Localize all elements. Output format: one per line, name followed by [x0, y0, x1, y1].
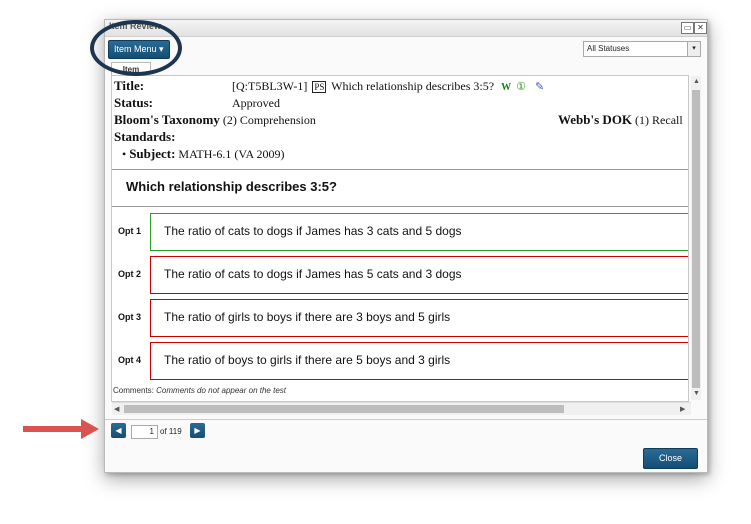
status-value: Approved — [232, 96, 280, 110]
arrow-annotation-icon — [23, 419, 99, 439]
bloom-row: Bloom's Taxonomy (2) Comprehension — [114, 112, 316, 128]
status-row: Status: — [114, 95, 153, 111]
chevron-down-icon[interactable]: ▾ — [687, 42, 700, 56]
standards-label: Standards: — [114, 129, 176, 144]
option-label: Opt 2 — [118, 269, 142, 279]
ps-badge: PS — [312, 81, 327, 93]
pagination-bar: ◀ 1 of 119 ▶ — [105, 419, 707, 442]
status-label: Status: — [114, 95, 154, 110]
option-box[interactable]: The ratio of boys to girls if there are … — [150, 342, 688, 380]
option-box-correct[interactable]: The ratio of cats to dogs if James has 3… — [150, 213, 688, 251]
subject-label: Subject: — [129, 146, 176, 161]
scroll-right-icon[interactable]: ▶ — [680, 405, 685, 413]
highlight-oval-annotation — [90, 20, 182, 76]
option-label: Opt 1 — [118, 226, 142, 236]
page-count: of 119 — [160, 427, 182, 436]
item-content-panel: Title: [Q:T5BL3W-1] PS Which relationshi… — [111, 75, 689, 402]
status-filter-select[interactable]: All Statuses ▾ — [583, 41, 701, 57]
one-circle-icon[interactable]: ① — [516, 81, 526, 93]
prev-page-button[interactable]: ◀ — [111, 423, 126, 438]
scroll-up-icon[interactable]: ▲ — [693, 78, 700, 85]
vertical-scroll-thumb[interactable] — [692, 90, 700, 388]
option-row[interactable]: Opt 2 The ratio of cats to dogs if James… — [112, 256, 688, 294]
option-row[interactable]: Opt 3 The ratio of girls to boys if ther… — [112, 299, 688, 337]
title-bar: Item Review ▭ ✕ — [105, 20, 707, 37]
scroll-left-icon[interactable]: ◀ — [114, 405, 119, 413]
comments-note: Comments do not appear on the test — [156, 386, 286, 395]
close-button[interactable]: Close — [643, 448, 698, 469]
option-label: Opt 4 — [118, 355, 142, 365]
webb-value: (1) Recall — [635, 113, 683, 127]
maximize-icon[interactable]: ▭ — [681, 22, 694, 34]
comments-line: Comments: Comments do not appear on the … — [113, 386, 286, 395]
title-value-row: [Q:T5BL3W-1] PS Which relationship descr… — [232, 79, 544, 94]
subject-value: MATH-6.1 (VA 2009) — [178, 147, 285, 161]
option-text: The ratio of cats to dogs if James has 5… — [164, 267, 462, 281]
word-icon[interactable]: W — [501, 82, 511, 93]
item-review-window: Item Review ▭ ✕ Item Menu ▾ All Statuses… — [104, 19, 708, 473]
webb-row: Webb's DOK (1) Recall — [558, 112, 683, 128]
option-text: The ratio of cats to dogs if James has 3… — [164, 224, 462, 238]
option-box[interactable]: The ratio of cats to dogs if James has 5… — [150, 256, 688, 294]
question-stem: Which relationship describes 3:5? — [126, 179, 337, 194]
item-title-text: Which relationship describes 3:5? — [331, 79, 495, 93]
comments-label: Comments: — [113, 386, 154, 395]
horizontal-scroll-thumb[interactable] — [124, 405, 564, 413]
status-filter-value: All Statuses — [587, 44, 630, 53]
subject-bullet: • — [122, 147, 127, 161]
option-row[interactable]: Opt 4 The ratio of boys to girls if ther… — [112, 342, 688, 380]
title-label: Title: — [114, 78, 145, 93]
option-text: The ratio of boys to girls if there are … — [164, 353, 451, 367]
option-box[interactable]: The ratio of girls to boys if there are … — [150, 299, 688, 337]
bloom-label: Bloom's Taxonomy — [114, 112, 220, 127]
subject-row: • Subject: MATH-6.1 (VA 2009) — [122, 146, 285, 162]
option-label: Opt 3 — [118, 312, 142, 322]
vertical-scrollbar[interactable]: ▲ ▼ — [691, 76, 701, 400]
next-page-button[interactable]: ▶ — [190, 423, 205, 438]
scroll-down-icon[interactable]: ▼ — [693, 390, 700, 397]
horizontal-scrollbar[interactable]: ◀ ▶ — [112, 402, 691, 415]
webb-label: Webb's DOK — [558, 112, 633, 127]
option-text: The ratio of girls to boys if there are … — [164, 310, 451, 324]
question-stem-box: Which relationship describes 3:5? — [112, 169, 688, 207]
title-row: Title: — [114, 78, 144, 94]
standards-row: Standards: — [114, 129, 175, 145]
item-id: [Q:T5BL3W-1] — [232, 79, 308, 93]
close-icon[interactable]: ✕ — [694, 22, 707, 34]
pen-icon[interactable]: ✎ — [535, 81, 544, 93]
page-number-input[interactable]: 1 — [131, 425, 158, 439]
bloom-value: (2) Comprehension — [222, 113, 316, 127]
toolbar: Item Menu ▾ All Statuses ▾ — [105, 37, 707, 61]
option-row[interactable]: Opt 1 The ratio of cats to dogs if James… — [112, 213, 688, 251]
